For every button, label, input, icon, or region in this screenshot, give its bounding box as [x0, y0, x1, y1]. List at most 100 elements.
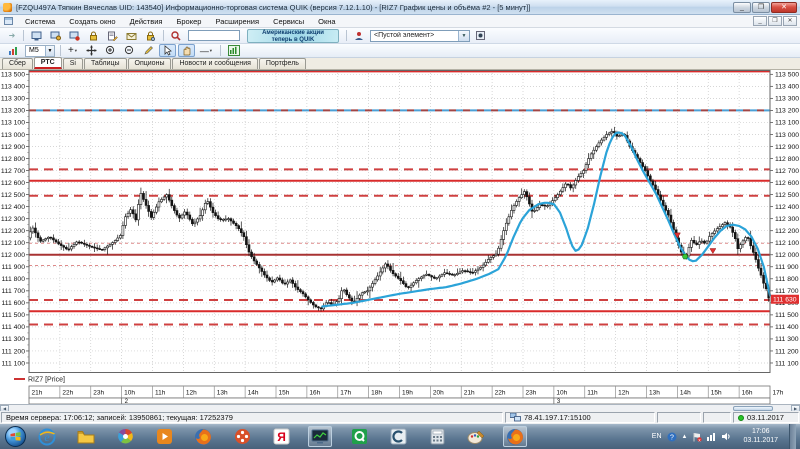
menu-item-Создать окно[interactable]: Создать окно [62, 16, 122, 27]
mdi-minimize-button[interactable]: _ [753, 16, 767, 26]
hand-tool-button[interactable] [177, 44, 195, 57]
taskbar-icon-explorer-folder[interactable] [74, 426, 98, 447]
chevron-down-icon[interactable]: ▼ [458, 30, 469, 41]
hour-label: 16h [742, 390, 753, 397]
menu-bar: Система Создать окно Действия Брокер Расшире… [0, 15, 800, 28]
menu-item-Расширения[interactable]: Расширения [208, 16, 266, 27]
lock-icon[interactable] [85, 29, 102, 42]
menu-item-Сервисы[interactable]: Сервисы [266, 16, 311, 27]
show-desktop-button[interactable] [789, 424, 796, 449]
svg-text:112 800: 112 800 [775, 156, 799, 163]
taskbar-icon-crypto-pro[interactable] [386, 426, 410, 447]
svg-text:111 300: 111 300 [775, 336, 799, 343]
chevron-down-icon: ▼ [45, 45, 54, 56]
close-button[interactable]: ✕ [771, 1, 797, 13]
move-cross-button[interactable] [83, 44, 100, 57]
zoom-out-button[interactable] [121, 44, 138, 57]
svg-text:112 100: 112 100 [775, 240, 799, 247]
line-style-button[interactable]: — ▼ [197, 44, 216, 57]
new-chart-button[interactable] [225, 44, 243, 57]
menu-item-Окна[interactable]: Окна [311, 16, 342, 27]
quik-app-icon [3, 2, 12, 12]
interval-combo[interactable]: M5 ▼ [25, 44, 55, 57]
monitor-user-icon[interactable] [47, 29, 64, 42]
status-date-cell: 03.11.2017 [733, 412, 799, 423]
taskbar-icon-calculator[interactable] [425, 426, 449, 447]
svg-text:112 900: 112 900 [1, 144, 25, 151]
volume-tray-icon[interactable] [722, 432, 732, 441]
menu-item-Брокер[interactable]: Брокер [169, 16, 208, 27]
taskbar-clock[interactable]: 17:06 03.11.2017 [737, 428, 784, 445]
svg-text:112 600: 112 600 [775, 180, 799, 187]
hour-label: 17h [773, 390, 784, 397]
zoom-in-button[interactable] [102, 44, 119, 57]
chart-area: 111 100 111 100 111 200 111 200 111 300 111 3… [0, 70, 800, 405]
chart-properties-button[interactable] [5, 44, 22, 57]
svg-text:112 000: 112 000 [1, 252, 25, 259]
add-plus-button[interactable]: + ▼ [65, 44, 81, 57]
tab-Si[interactable]: Si [62, 58, 83, 69]
svg-text:112 200: 112 200 [775, 228, 799, 235]
start-button[interactable] [5, 426, 26, 447]
tab-Таблицы[interactable]: Таблицы [83, 58, 127, 69]
hour-label: 13h [217, 390, 228, 397]
menu-item-Действия[interactable]: Действия [123, 16, 170, 27]
mdi-child-icon [4, 17, 13, 25]
taskbar-icon-quik-q[interactable] [347, 426, 371, 447]
network-tray-icon[interactable] [707, 432, 717, 441]
svg-text:111 630: 111 630 [773, 297, 797, 304]
lock-cert-icon[interactable] [142, 29, 159, 42]
svg-text:111 600: 111 600 [1, 300, 25, 307]
restore-button[interactable]: ❐ [752, 1, 770, 13]
mdi-restore-button[interactable]: ❐ [768, 16, 782, 26]
draw-pencil-button[interactable] [140, 44, 157, 57]
monitor-stop-icon[interactable] [66, 29, 83, 42]
taskbar-icon-firefox[interactable] [191, 426, 215, 447]
monitor-icon[interactable] [28, 29, 45, 42]
minimize-button[interactable]: _ [733, 1, 751, 13]
language-indicator[interactable]: EN [652, 433, 662, 440]
mdi-close-button[interactable]: ✕ [783, 16, 797, 26]
svg-text:112 900: 112 900 [775, 144, 799, 151]
title-bar[interactable]: [FZQU497A Тяпкин Вячеслав UID: 143540] И… [0, 0, 800, 15]
svg-text:111 500: 111 500 [775, 312, 799, 319]
pointer-tool-button[interactable] [158, 44, 176, 57]
search-icon[interactable] [168, 29, 184, 42]
svg-text:113 500: 113 500 [775, 72, 799, 79]
action-center-flag-icon[interactable]: x [692, 432, 703, 442]
forward-arrow-icon[interactable]: ➜ [5, 29, 19, 42]
us-stocks-banner[interactable]: Американские акции теперь в QUIK [247, 28, 339, 43]
help-tray-icon[interactable]: ? [667, 432, 677, 442]
tab-Опционы[interactable]: Опционы [127, 58, 172, 69]
taskbar: e Я EN ? ▲ x 17:06 03.11.2017 [0, 424, 800, 449]
tab-Новости и сообщения[interactable]: Новости и сообщения [172, 58, 258, 69]
element-apply-button[interactable] [473, 29, 488, 42]
user-red-icon[interactable] [351, 29, 367, 42]
taskbar-icon-internet-explorer[interactable]: e [35, 426, 59, 447]
chart-hscrollbar[interactable]: ◀ ▶ [0, 404, 800, 412]
show-hidden-icons[interactable]: ▲ [682, 434, 688, 440]
taskbar-icon-media-player[interactable] [152, 426, 176, 447]
svg-text:112 700: 112 700 [1, 168, 25, 175]
taskbar-icon-firefox-active[interactable] [503, 426, 527, 447]
taskbar-icon-quik-terminal[interactable] [308, 426, 332, 447]
element-selector[interactable]: <Пустой элемент> ▼ [370, 29, 470, 42]
menu-item-Система[interactable]: Система [18, 16, 62, 27]
taskbar-icon-paint[interactable] [464, 426, 488, 447]
tab-Портфель[interactable]: Портфель [258, 58, 306, 69]
svg-text:111 700: 111 700 [1, 288, 25, 295]
svg-text:112 600: 112 600 [1, 180, 25, 187]
taskbar-icon-yandex[interactable]: Я [269, 426, 293, 447]
tab-РТС[interactable]: РТС [33, 57, 62, 69]
price-chart[interactable]: 111 100 111 100 111 200 111 200 111 300 111 3… [0, 70, 800, 405]
envelope-icon[interactable] [123, 29, 140, 42]
hour-label: 10h [124, 390, 135, 397]
taskbar-icon-movie-reel[interactable] [230, 426, 254, 447]
svg-text:113 000: 113 000 [775, 132, 799, 139]
taskbar-icon-photo-viewer[interactable] [113, 426, 137, 447]
tab-Сбер[interactable]: Сбер [2, 58, 33, 69]
document-edit-icon[interactable] [104, 29, 121, 42]
svg-text:112 100: 112 100 [1, 240, 25, 247]
search-input[interactable] [188, 30, 240, 41]
network-icon [510, 413, 521, 422]
